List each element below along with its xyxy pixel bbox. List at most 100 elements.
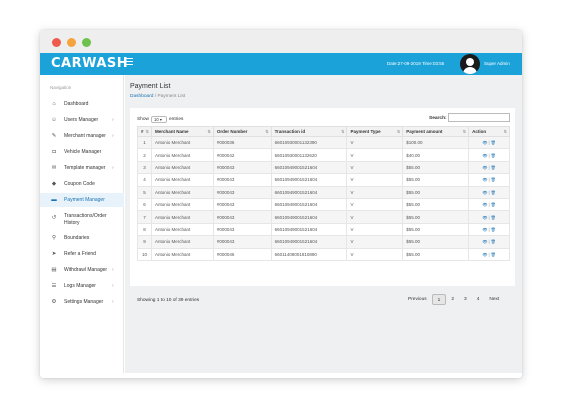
page-number-button[interactable]: 1 (431, 294, 447, 305)
delete-icon[interactable]: 🗑 (491, 252, 496, 257)
column-header[interactable]: Action ⇅ (468, 126, 510, 137)
sidebar-item-vehicle-manager[interactable]: ◘ Vehicle Manager (40, 145, 124, 159)
column-header[interactable]: Payment Type ⇅ (346, 126, 404, 137)
table-cell: V (346, 173, 404, 187)
table-cell: 66010949001521604 (270, 235, 348, 249)
table-cell: 1 (137, 135, 152, 150)
refer-icon: ➤ (51, 251, 57, 257)
table-cell: 66010949001521604 (270, 197, 348, 212)
gear-icon: ⚙ (51, 299, 57, 305)
withdraw-icon: ▤ (51, 267, 57, 273)
sidebar-item-users-manager[interactable]: ☺ Users Manager › (40, 113, 124, 127)
sort-icon[interactable]: ⇅ (504, 129, 507, 134)
sidebar-item-settings-manager[interactable]: ⚙ Settings Manager › (40, 295, 124, 309)
sidebar-item-label: Transactions/Order History (64, 213, 107, 226)
table-cell: $55.00 (402, 197, 470, 212)
next-page-button[interactable]: Next (484, 294, 504, 305)
sidebar-item-coupon-code[interactable]: ◆ Coupon Code (40, 177, 124, 191)
sidebar-item-refer-a-friend[interactable]: ➤ Refer a Friend (40, 247, 124, 261)
breadcrumb-current: Payment List (157, 94, 186, 99)
minimize-window-dot[interactable] (67, 38, 76, 47)
home-icon: ⌂ (52, 101, 56, 107)
user-name[interactable]: Super Admin (484, 61, 510, 66)
sidebar-item-boundaries[interactable]: ⚲ Boundaries (40, 231, 124, 245)
sort-icon[interactable]: ⇅ (463, 129, 466, 134)
sidebar-item-label: Refer a Friend (64, 251, 96, 257)
table-cell: V (346, 185, 404, 199)
sort-icon[interactable]: ⇅ (146, 129, 149, 134)
close-window-dot[interactable] (52, 38, 61, 47)
sort-icon[interactable]: ⇅ (265, 129, 268, 134)
column-header[interactable]: Order Number ⇅ (212, 126, 272, 137)
table-row: 6 Antonio Merchant #000043 6601094900152160… (137, 197, 510, 212)
breadcrumb-home[interactable]: Dashboard (130, 94, 153, 99)
delete-icon[interactable]: 🗑 (491, 190, 496, 195)
menu-toggle-icon[interactable] (126, 58, 133, 65)
logs-icon: ☰ (51, 283, 57, 289)
search-input[interactable] (448, 113, 510, 122)
sort-icon[interactable]: ⇅ (341, 129, 344, 134)
maximize-window-dot[interactable] (82, 38, 91, 47)
column-header[interactable]: Payment amount ⇅ (402, 126, 470, 137)
brand-logo[interactable]: CARWASH (51, 56, 128, 71)
delete-icon[interactable]: 🗑 (491, 202, 496, 207)
column-header[interactable]: # ⇅ (137, 126, 152, 137)
table-cell: 66010949001521604 (270, 173, 348, 187)
table-cell: V (346, 148, 404, 162)
table-row: 9 Antonio Merchant #000043 6601094900152160… (137, 235, 510, 249)
page-number-button[interactable]: 3 (459, 294, 472, 305)
view-icon[interactable]: 👁 (482, 239, 487, 244)
entries-control: Show 10 ▾ entries (137, 116, 183, 123)
view-icon[interactable]: 👁 (482, 165, 487, 170)
page-number-button[interactable]: 4 (472, 294, 485, 305)
sidebar-item-dashboard[interactable]: ⌂ Dashboard (40, 97, 124, 111)
delete-icon[interactable]: 🗑 (491, 215, 496, 220)
action-separator: | (488, 177, 490, 183)
sidebar-item-merchant-manager[interactable]: ✎ Merchant manager › (40, 129, 124, 143)
column-header[interactable]: Transaction id ⇅ (270, 126, 348, 137)
view-icon[interactable]: 👁 (482, 215, 487, 220)
table-cell: 66010949001521604 (270, 210, 348, 224)
sort-icon[interactable]: ⇅ (207, 129, 210, 134)
column-header[interactable]: Merchant Name ⇅ (150, 126, 214, 137)
sidebar-item-payment-manager[interactable]: ▬ Payment Manager (40, 193, 124, 207)
view-icon[interactable]: 👁 (482, 140, 487, 145)
sidebar-item-logs-manager[interactable]: ☰ Logs Manager › (40, 279, 124, 293)
pin-icon: ⚲ (51, 235, 57, 241)
view-icon[interactable]: 👁 (482, 153, 487, 158)
delete-icon[interactable]: 🗑 (491, 165, 496, 170)
delete-icon[interactable]: 🗑 (491, 227, 496, 232)
chevron-right-icon: › (112, 267, 114, 273)
table-cell: $55.00 (402, 185, 470, 199)
delete-icon[interactable]: 🗑 (491, 239, 496, 244)
sort-icon[interactable]: ⇅ (397, 129, 400, 134)
prev-page-button[interactable]: Previous (403, 294, 432, 305)
view-icon[interactable]: 👁 (482, 177, 487, 182)
sidebar-item-label: Vehicle Manager (64, 149, 102, 155)
delete-icon[interactable]: 🗑 (491, 177, 496, 182)
breadcrumb: Dashboard / Payment List (130, 94, 185, 99)
action-cell: 👁|🗑 (468, 173, 510, 187)
sidebar-item-withdrawl-manager[interactable]: ▤ Withdrawl Manager › (40, 263, 124, 277)
view-icon[interactable]: 👁 (482, 252, 487, 257)
action-separator: | (488, 152, 490, 158)
table-cell: 3 (137, 160, 152, 175)
delete-icon[interactable]: 🗑 (491, 140, 496, 145)
avatar[interactable] (460, 54, 480, 74)
table-cell: V (346, 247, 404, 261)
view-icon[interactable]: 👁 (482, 227, 487, 232)
entries-select[interactable]: 10 ▾ (151, 116, 167, 123)
search-label: Search: (429, 116, 447, 121)
sidebar-item-label: Merchant manager (64, 133, 106, 139)
sidebar-item-label: Withdrawl Manager (64, 267, 108, 273)
view-icon[interactable]: 👁 (482, 202, 487, 207)
sidebar-item-transactions-order-history[interactable]: ↺ Transactions/Order History (40, 211, 124, 229)
sidebar-item-template-manager[interactable]: ✉ Template manager › (40, 161, 124, 175)
payment-table: # ⇅ Merchant Name ⇅ Order Number ⇅ Transaction… (137, 126, 510, 261)
page-number-button[interactable]: 2 (446, 294, 459, 305)
merchant-icon: ✎ (51, 133, 57, 139)
table-cell: 7 (137, 210, 152, 224)
view-icon[interactable]: 👁 (482, 190, 487, 195)
delete-icon[interactable]: 🗑 (491, 153, 496, 158)
table-cell: $55.00 (402, 222, 470, 237)
